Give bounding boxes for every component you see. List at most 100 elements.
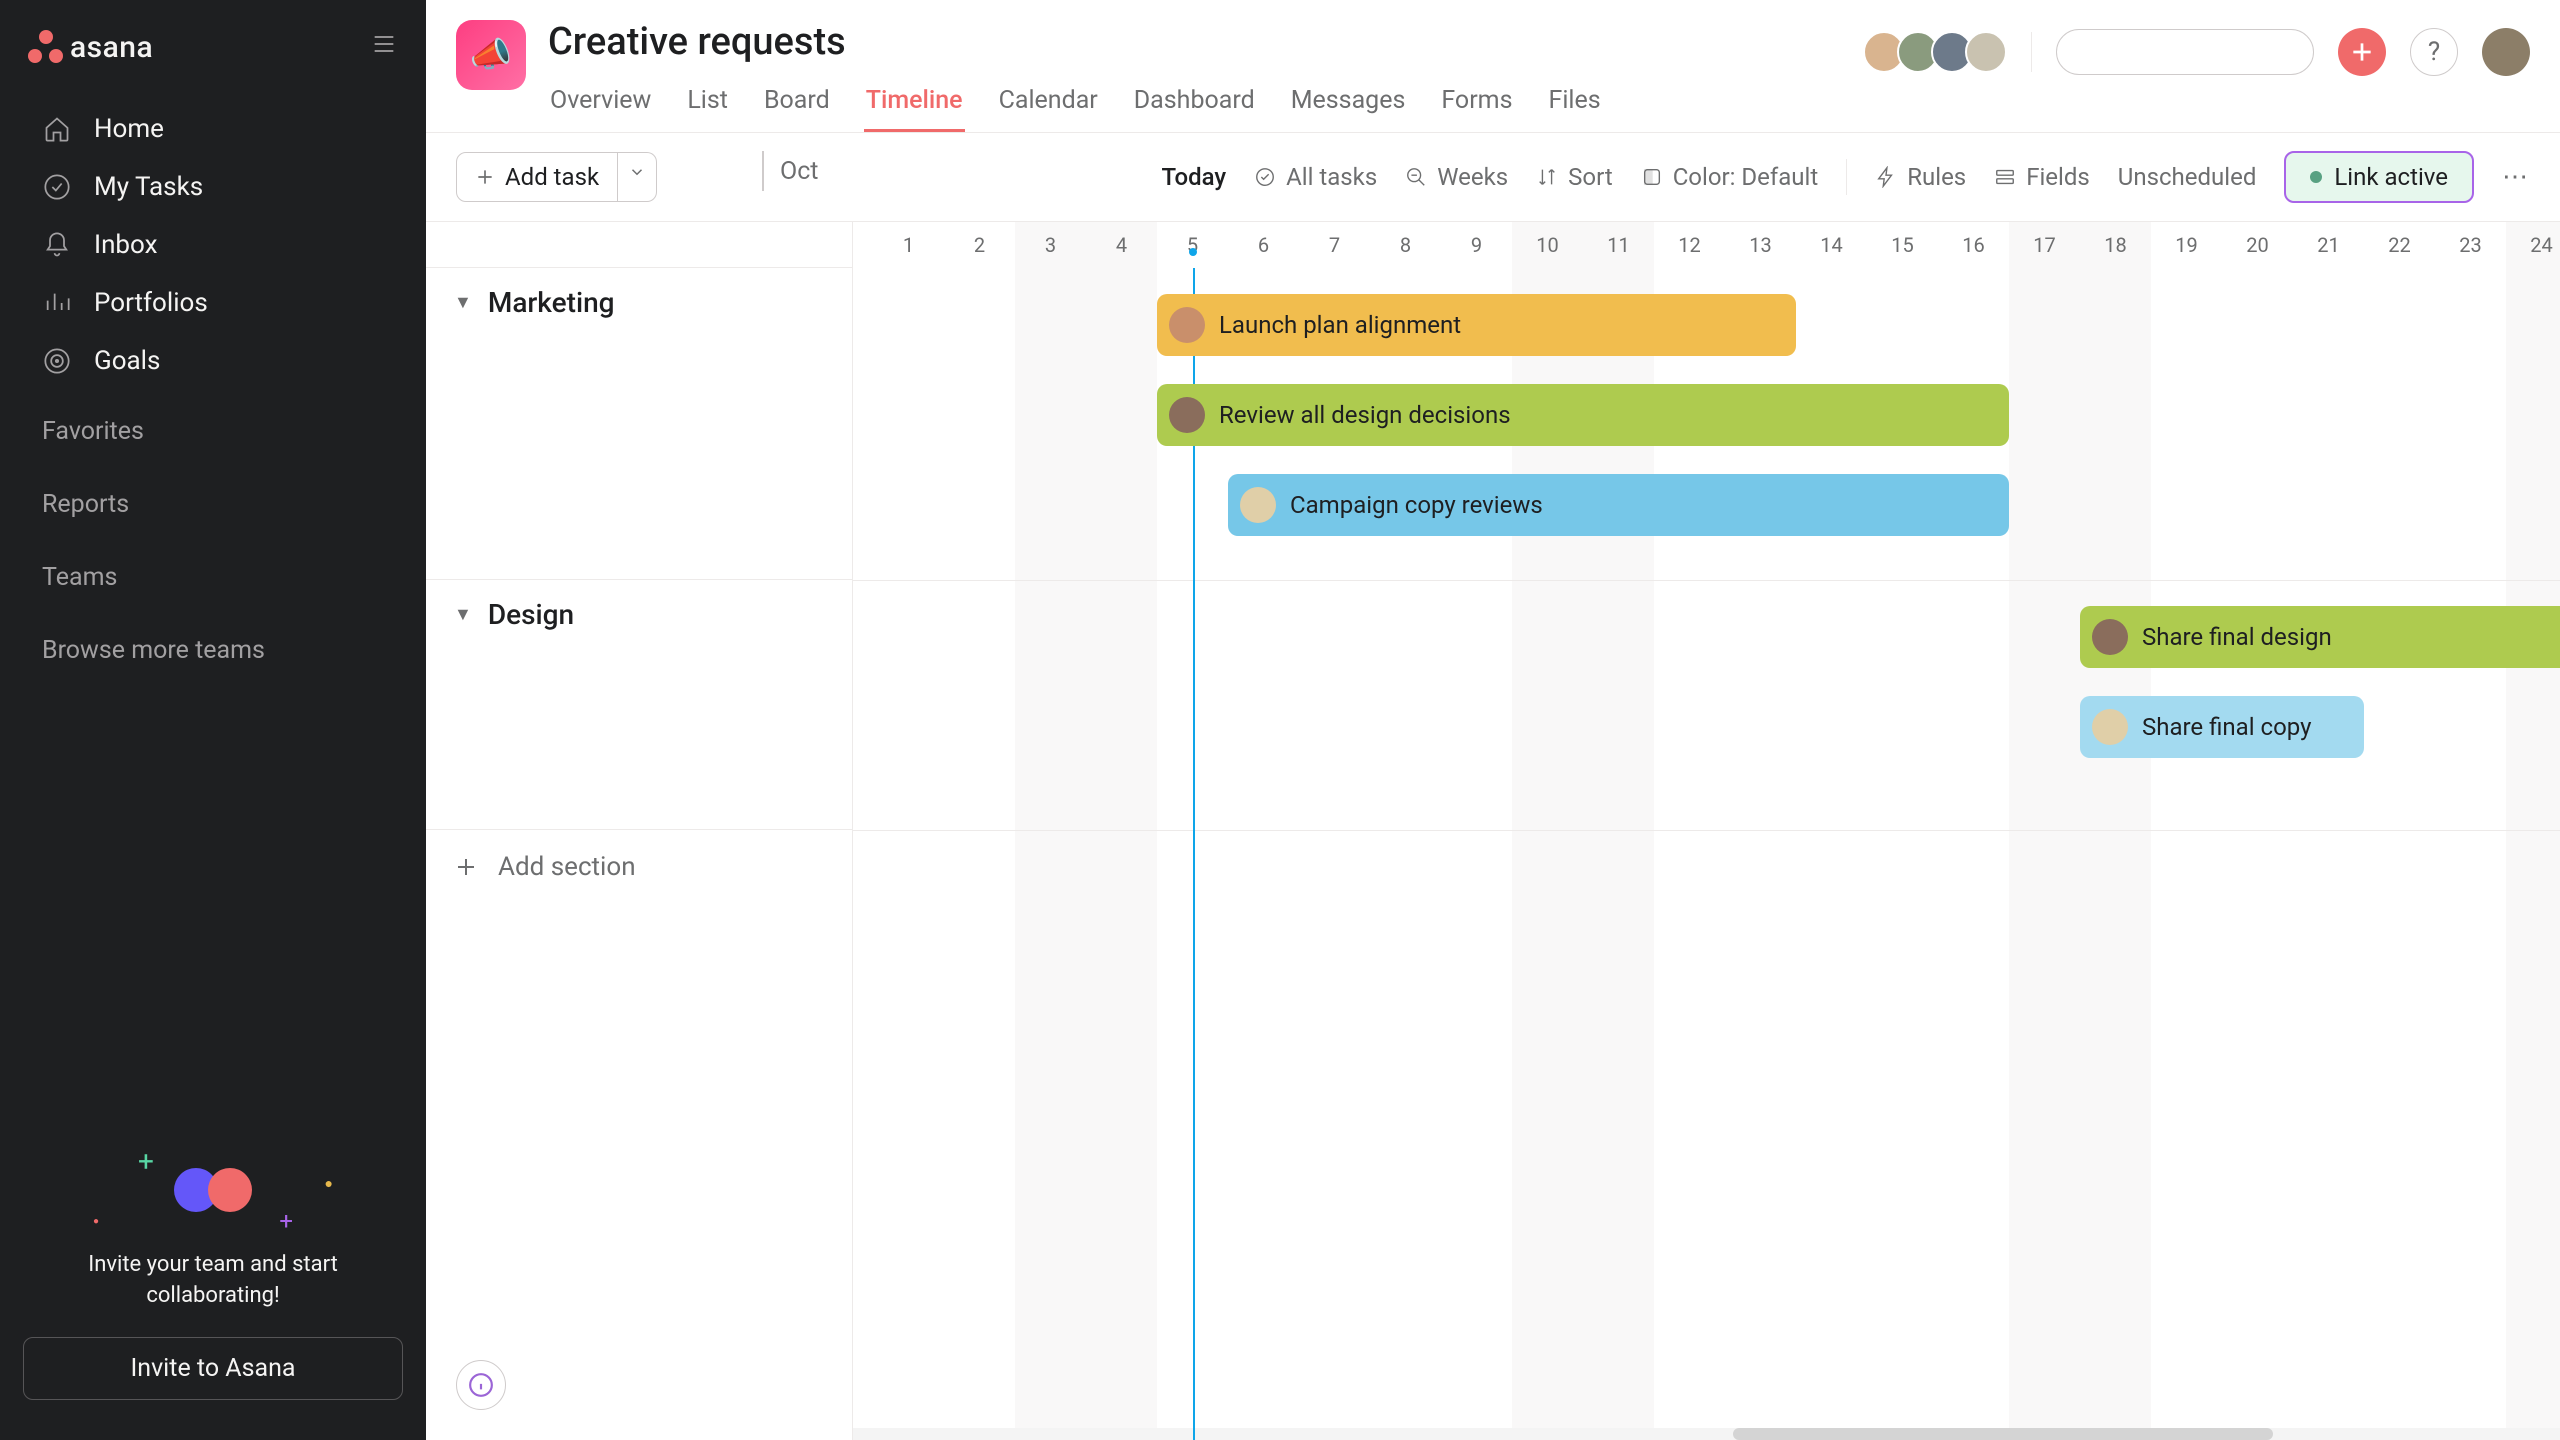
avatar[interactable]: [1965, 31, 2007, 73]
color-button[interactable]: Color: Default: [1641, 163, 1819, 191]
nav-my-tasks[interactable]: My Tasks: [0, 158, 426, 216]
task-bar[interactable]: Share final design: [2080, 606, 2560, 668]
check-circle-icon: [42, 172, 72, 202]
nav-label: Home: [94, 114, 164, 144]
nav-label: Inbox: [94, 230, 158, 260]
tab-list[interactable]: List: [685, 72, 730, 132]
all-tasks-label: All tasks: [1286, 163, 1377, 191]
section-name: Marketing: [488, 286, 615, 319]
date-cell: 8: [1370, 222, 1441, 268]
task-label: Launch plan alignment: [1219, 311, 1461, 339]
nav-inbox[interactable]: Inbox: [0, 216, 426, 274]
assignee-avatar[interactable]: [1240, 487, 1276, 523]
all-tasks-filter[interactable]: All tasks: [1254, 163, 1377, 191]
member-avatars[interactable]: [1871, 31, 2007, 73]
plus-icon: [454, 855, 478, 879]
task-bar[interactable]: Launch plan alignment: [1157, 294, 1796, 356]
date-cell: 2: [944, 222, 1015, 268]
tab-timeline[interactable]: Timeline: [864, 72, 965, 132]
invite-block: + + ● ● Invite your team and start colla…: [0, 1145, 426, 1440]
nav-teams[interactable]: Teams: [0, 541, 426, 614]
date-cell: 10: [1512, 222, 1583, 268]
sidebar-collapse-icon[interactable]: [370, 30, 398, 65]
nav-reports[interactable]: Reports: [0, 468, 426, 541]
nav-list: Home My Tasks Inbox Portfolios Goals: [0, 95, 426, 395]
assignee-avatar[interactable]: [1169, 397, 1205, 433]
project-icon[interactable]: 📣: [456, 20, 526, 90]
weekend-band: [1015, 268, 1157, 1440]
nav-portfolios[interactable]: Portfolios: [0, 274, 426, 332]
fields-button[interactable]: Fields: [1994, 163, 2090, 191]
project-title: Creative requests: [548, 20, 1603, 64]
tab-files[interactable]: Files: [1547, 72, 1603, 132]
assignee-avatar[interactable]: [2092, 709, 2128, 745]
chevron-down-icon: ▼: [454, 292, 472, 313]
search-input[interactable]: [2085, 40, 2363, 65]
today-button[interactable]: Today: [1161, 163, 1226, 191]
fields-label: Fields: [2026, 163, 2090, 191]
search-box[interactable]: [2056, 29, 2314, 75]
sort-button[interactable]: Sort: [1536, 163, 1613, 191]
rules-button[interactable]: Rules: [1875, 163, 1966, 191]
info-icon: [468, 1372, 494, 1398]
add-task-button[interactable]: Add task: [456, 152, 618, 202]
assignee-avatar[interactable]: [1169, 307, 1205, 343]
sidebar: asana Home My Tasks Inbox Portfolios Goa…: [0, 0, 426, 1440]
more-menu-button[interactable]: ⋯: [2502, 162, 2530, 192]
unscheduled-label: Unscheduled: [2118, 163, 2257, 191]
date-cell: 19: [2151, 222, 2222, 268]
tab-board[interactable]: Board: [762, 72, 832, 132]
chevron-down-icon: [628, 163, 646, 181]
tab-dashboard[interactable]: Dashboard: [1132, 72, 1257, 132]
timeline-grid[interactable]: 123456789101112131415161718192021222324 …: [853, 222, 2560, 1440]
invite-button[interactable]: Invite to Asana: [23, 1337, 403, 1400]
sidebar-header: asana: [0, 0, 426, 95]
status-dot-icon: [2310, 171, 2322, 183]
section-header[interactable]: ▼ Marketing: [426, 268, 852, 337]
date-cell: 11: [1583, 222, 1654, 268]
weeks-zoom[interactable]: Weeks: [1405, 163, 1508, 191]
scrollbar-thumb[interactable]: [1733, 1428, 2273, 1440]
assignee-avatar[interactable]: [2092, 619, 2128, 655]
toolbar: Add task Oct Today All tasks Weeks Sort: [426, 133, 2560, 222]
horizontal-scrollbar[interactable]: [853, 1428, 2560, 1440]
tab-overview[interactable]: Overview: [548, 72, 653, 132]
link-active-button[interactable]: Link active: [2284, 151, 2474, 203]
nav-browse-teams[interactable]: Browse more teams: [0, 614, 426, 687]
palette-icon: [1641, 166, 1663, 188]
global-add-button[interactable]: [2338, 28, 2386, 76]
unscheduled-button[interactable]: Unscheduled: [2118, 163, 2257, 191]
task-bar[interactable]: Share final copy: [2080, 696, 2364, 758]
date-cell: 12: [1654, 222, 1725, 268]
weekend-band: [2506, 268, 2560, 1440]
add-section-label: Add section: [498, 852, 636, 882]
user-avatar[interactable]: [2482, 28, 2530, 76]
section-divider: [853, 830, 2560, 831]
goal-icon: [42, 346, 72, 376]
tab-forms[interactable]: Forms: [1439, 72, 1514, 132]
add-task-dropdown[interactable]: [618, 152, 657, 202]
task-bar[interactable]: Campaign copy reviews: [1228, 474, 2009, 536]
help-button[interactable]: ?: [2410, 28, 2458, 76]
grid-body[interactable]: Launch plan alignment Review all design d…: [853, 268, 2560, 1440]
info-button[interactable]: [456, 1360, 506, 1410]
asana-logo[interactable]: asana: [28, 30, 153, 65]
date-cell: 7: [1299, 222, 1370, 268]
date-cell: 15: [1867, 222, 1938, 268]
tab-messages[interactable]: Messages: [1289, 72, 1408, 132]
date-cell: 20: [2222, 222, 2293, 268]
nav-home[interactable]: Home: [0, 100, 426, 158]
add-section-button[interactable]: Add section: [426, 830, 852, 904]
sort-label: Sort: [1568, 163, 1613, 191]
tab-calendar[interactable]: Calendar: [997, 72, 1100, 132]
nav-goals[interactable]: Goals: [0, 332, 426, 390]
weekend-band: [2009, 268, 2151, 1440]
weeks-label: Weeks: [1437, 163, 1508, 191]
tabs: Overview List Board Timeline Calendar Dashboa…: [548, 72, 1603, 132]
date-cell: 4: [1086, 222, 1157, 268]
section-header[interactable]: ▼Design: [426, 580, 852, 649]
invite-illustration: + + ● ●: [23, 1145, 403, 1235]
nav-favorites[interactable]: Favorites: [0, 395, 426, 468]
task-bar[interactable]: Review all design decisions: [1157, 384, 2009, 446]
project-meta: Creative requests Overview List Board Timel…: [548, 20, 1603, 132]
